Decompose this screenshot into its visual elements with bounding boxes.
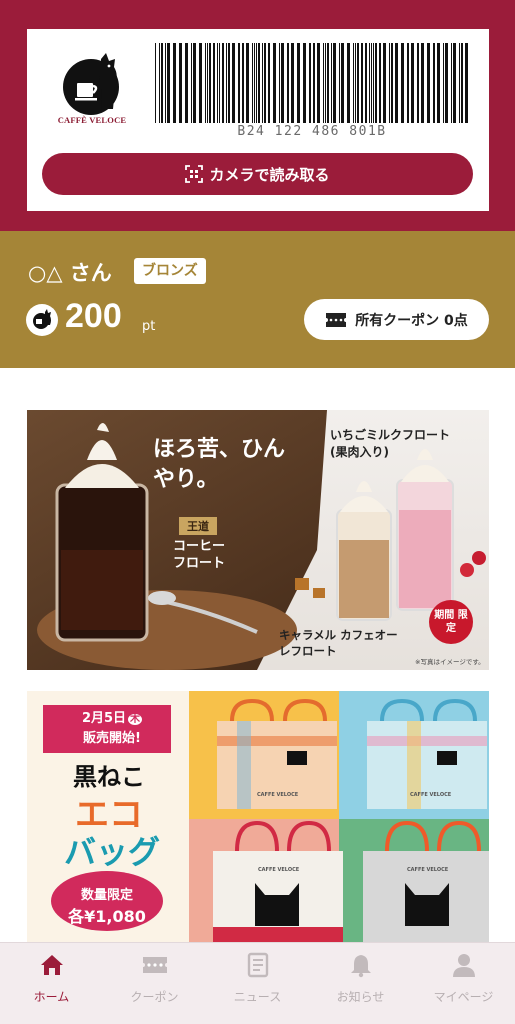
- ecobag-date: 2月5日木: [81, 711, 143, 726]
- tab-news-label: ニュース: [233, 990, 282, 1004]
- bag-brand-4: CAFFE VELOCE: [407, 867, 449, 873]
- owned-coupon-button[interactable]: 所有クーポン 0点: [304, 299, 489, 340]
- ticket-icon: [326, 312, 347, 327]
- float-item1: コーヒー フロート: [173, 539, 226, 571]
- float-headline: ほろ苦、ひんやり。: [153, 436, 286, 492]
- tab-coupon-label: クーポン: [130, 990, 179, 1004]
- tab-mypage-label: マイページ: [433, 990, 494, 1004]
- logo-text: CAFFÈ VELOCE: [57, 115, 127, 125]
- owned-coupon-label: 所有クーポン 0点: [355, 312, 468, 329]
- ticket-icon: [142, 957, 167, 973]
- scan-icon: [185, 165, 204, 183]
- points-cat-icon: [26, 304, 58, 336]
- cat-logo-icon: [63, 53, 119, 115]
- ecobag-limited: 数量限定: [80, 888, 133, 903]
- bag-brand-1: CAFFE VELOCE: [257, 792, 299, 798]
- camera-scan-button[interactable]: カメラで読み取る: [42, 153, 473, 195]
- ecobag-campaign-banner[interactable]: 2月5日木 販売開始! 黒ねこ エコ バッグ 数量限定 各¥1,080 CAFF…: [27, 691, 489, 946]
- points-value: 200: [65, 297, 122, 335]
- tab-notice[interactable]: お知らせ: [309, 943, 412, 1024]
- person-icon: [452, 954, 475, 977]
- tab-home[interactable]: ホーム: [0, 943, 103, 1024]
- tab-notice-label: お知らせ: [336, 990, 385, 1004]
- member-name: ○△ さん: [28, 261, 112, 285]
- barcode-header: CAFFÈ VELOCE B24 122 486 801B カメラで読み取る: [0, 0, 515, 231]
- float-item1-tag: 王道: [179, 517, 217, 535]
- tab-home-label: ホーム: [33, 990, 70, 1004]
- bag-brand-3: CAFFE VELOCE: [258, 867, 300, 873]
- barcode-card: CAFFÈ VELOCE B24 122 486 801B カメラで読み取る: [27, 29, 489, 211]
- barcode-number: B24 122 486 801B: [237, 124, 387, 139]
- ecobag-price: 各¥1,080: [68, 907, 146, 926]
- float-item3: キャラメル カフェオーレフロート: [279, 628, 398, 658]
- ecobag-release: 販売開始!: [83, 731, 141, 746]
- tab-coupon[interactable]: クーポン: [103, 943, 206, 1024]
- float-campaign-banner[interactable]: ほろ苦、ひんやり。 王道 コーヒー フロート いちごミルクフロート (果肉入り)…: [27, 410, 489, 670]
- float-photo-note: ※写真はイメージです。: [415, 658, 485, 666]
- float-item2: いちごミルクフロート: [330, 428, 451, 442]
- bottom-tab-bar: ホーム クーポン ニュース お知らせ マイページ: [0, 942, 515, 1024]
- ecobag-title-3: バッグ: [63, 833, 160, 871]
- barcode-image: [155, 43, 468, 123]
- camera-scan-label: カメラで読み取る: [209, 165, 330, 184]
- bag-brand-2: CAFFE VELOCE: [410, 792, 452, 798]
- rank-badge: ブロンズ: [134, 258, 206, 284]
- home-icon: [40, 955, 63, 975]
- bell-icon: [350, 955, 371, 978]
- brand-logo: CAFFÈ VELOCE: [57, 53, 127, 133]
- float-limited-badge: 期間 限定: [434, 610, 468, 634]
- member-info: ○△ さん ブロンズ 200 pt 所有クーポン 0点: [0, 231, 515, 368]
- news-icon: [247, 952, 268, 978]
- tab-news[interactable]: ニュース: [206, 943, 309, 1024]
- points-unit: pt: [142, 319, 156, 334]
- tab-mypage[interactable]: マイページ: [412, 943, 515, 1024]
- float-item2-sub: (果肉入り): [330, 445, 389, 459]
